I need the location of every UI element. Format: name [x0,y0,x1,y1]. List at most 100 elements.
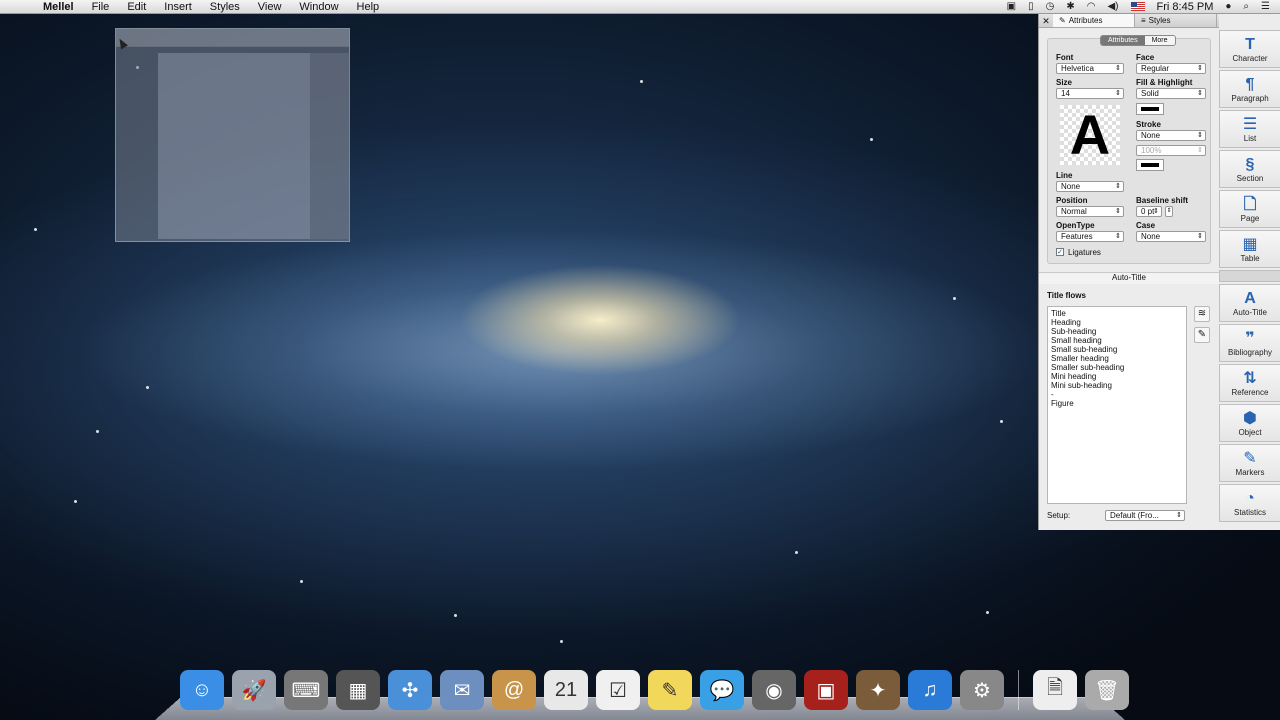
list-item[interactable]: Mini heading [1051,372,1183,381]
input-source-flag-icon[interactable] [1130,2,1145,11]
list-item[interactable]: Mini sub-heading [1051,381,1183,390]
list-item[interactable]: - [1051,390,1183,399]
notes-icon[interactable]: ✎ [648,670,692,710]
window-toolbar [116,29,349,47]
character-button[interactable]: T Character [1219,30,1280,68]
launchpad-icon[interactable]: 🚀 [232,670,276,710]
menu-window[interactable]: Window [290,1,347,13]
screen-record-icon[interactable]: ▣ [1007,1,1016,12]
menu-app-name[interactable]: Mellel [34,1,83,13]
stroke-color-well[interactable] [1136,159,1164,171]
trash-icon[interactable]: 🗑 [1085,670,1129,710]
list-item[interactable]: Figure [1051,399,1183,408]
volume-icon[interactable]: ◀) [1107,1,1118,12]
section-label: Section [1236,173,1264,183]
page-label: Page [1240,213,1260,223]
list-item[interactable]: Small sub-heading [1051,345,1183,354]
itunes-icon[interactable]: ♫ [908,670,952,710]
list-item[interactable]: Smaller sub-heading [1051,363,1183,372]
auto-title-header: Auto-Title [1039,272,1219,284]
section-button[interactable]: § Section [1219,150,1280,188]
fill-color-well[interactable] [1136,103,1164,115]
list-item[interactable]: Heading [1051,318,1183,327]
palette-divider[interactable] [1219,270,1280,282]
tab-styles[interactable]: ≡ Styles [1135,14,1217,27]
fill-popup[interactable]: Solid [1136,88,1206,99]
stroke-percent-popup[interactable]: 100% [1136,145,1206,156]
facetime-icon[interactable]: ◉ [752,670,796,710]
list-item[interactable]: Small heading [1051,336,1183,345]
spotlight-search-icon[interactable]: ⌕ [1243,1,1249,12]
system-preferences-icon[interactable]: ⚙ [960,670,1004,710]
battery-icon[interactable]: ▯ [1028,1,1034,12]
line-popup[interactable]: None [1056,181,1124,192]
baseline-shift-field[interactable]: 0 pt [1136,206,1162,217]
baseline-stepper[interactable]: ⇕ [1165,206,1173,217]
object-button[interactable]: ⬢ Object [1219,404,1280,442]
document-window-fading[interactable] [115,28,350,242]
position-popup[interactable]: Normal [1056,206,1124,217]
wifi-icon[interactable]: ◠ [1087,1,1096,12]
statistics-button[interactable]: ◔ Statistics [1219,484,1280,522]
markers-button[interactable]: ✎ Markers [1219,444,1280,482]
notification-center-icon[interactable]: ☰ [1261,1,1270,12]
time-machine-icon[interactable]: ◷ [1046,1,1055,12]
title-flows-list[interactable]: Title Heading Sub-heading Small heading … [1047,306,1187,504]
size-popup[interactable]: 14 [1056,88,1124,99]
close-icon[interactable]: ✕ [1039,14,1053,27]
bibliography-button[interactable]: ❞ Bibliography [1219,324,1280,362]
finder-icon[interactable]: ☺ [180,670,224,710]
paragraph-button[interactable]: ¶ Paragraph [1219,70,1280,108]
menu-insert[interactable]: Insert [155,1,201,13]
bluetooth-icon[interactable]: ✱ [1066,1,1074,12]
page-button[interactable]: 🗋 Page [1219,190,1280,228]
contacts-icon[interactable]: @ [492,670,536,710]
opentype-popup[interactable]: Features [1056,231,1124,242]
menu-file[interactable]: File [83,1,119,13]
calendar-icon[interactable]: 21 [544,670,588,710]
baseline-shift-label: Baseline shift [1136,196,1189,205]
auto-title-button[interactable]: A Auto-Title [1219,284,1280,322]
menu-edit[interactable]: Edit [118,1,155,13]
setup-popup[interactable]: Default (Fro... [1105,510,1185,521]
document-icon[interactable]: 🗎 [1033,670,1077,710]
segment-more[interactable]: More [1144,36,1175,45]
list-button[interactable]: ☰ List [1219,110,1280,148]
tab-attributes[interactable]: ✎ Attributes [1053,14,1135,27]
auto-title-label: Auto-Title [1233,307,1267,317]
font-popup[interactable]: Helvetica [1056,63,1124,74]
bibliography-icon: ❞ [1245,329,1255,347]
segment-attributes[interactable]: Attributes [1101,36,1145,45]
menu-styles[interactable]: Styles [201,1,249,13]
line-label: Line [1056,171,1073,180]
list-item[interactable]: Sub-heading [1051,327,1183,336]
position-label: Position [1056,196,1088,205]
character-attributes-panel: Attributes More Font Helvetica Face Regu… [1047,35,1211,264]
mission-control-icon[interactable]: ▦ [336,670,380,710]
edit-flow-icon[interactable]: ✎ [1194,327,1210,343]
attributes-palette: ✕ ✎ Attributes ≡ Styles Attributes More … [1038,14,1280,530]
list-item[interactable]: Title [1051,309,1183,318]
case-label: Case [1136,221,1156,230]
flow-settings-icon[interactable]: ≋ [1194,306,1210,322]
face-popup[interactable]: Regular [1136,63,1206,74]
photo-booth-icon[interactable]: ▣ [804,670,848,710]
user-icon[interactable]: ● [1225,1,1231,12]
mellel-icon[interactable]: ⌨ [284,670,328,710]
case-popup[interactable]: None [1136,231,1206,242]
table-button[interactable]: ▦ Table [1219,230,1280,268]
menu-clock[interactable]: Fri 8:45 PM [1157,1,1214,13]
reference-button[interactable]: ⇅ Reference [1219,364,1280,402]
stroke-popup[interactable]: None [1136,130,1206,141]
messages-icon[interactable]: 💬 [700,670,744,710]
menu-view[interactable]: View [249,1,291,13]
mail-icon[interactable]: ✉ [440,670,484,710]
list-item[interactable]: Smaller heading [1051,354,1183,363]
list-icon: ☰ [1242,115,1258,133]
safari-icon[interactable]: ✣ [388,670,432,710]
paragraph-label: Paragraph [1231,93,1269,103]
ligatures-checkbox[interactable]: ✓ [1056,248,1064,256]
reminders-icon[interactable]: ☑ [596,670,640,710]
iphoto-icon[interactable]: ✦ [856,670,900,710]
menu-help[interactable]: Help [348,1,389,13]
